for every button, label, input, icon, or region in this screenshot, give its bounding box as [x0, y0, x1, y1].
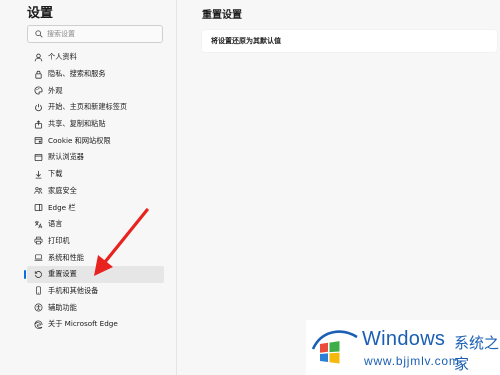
sidebar-item-label: 共享、复制和粘贴 [48, 119, 106, 129]
sidebar-item-family[interactable]: 家庭安全 [27, 183, 164, 200]
sidebar-item-default-browser[interactable]: 默认浏览器 [27, 149, 164, 166]
windows-logo-icon [311, 330, 358, 364]
sidebar-item-label: Cookie 和网站权限 [48, 135, 111, 145]
search-input[interactable] [47, 30, 147, 38]
phone-icon [33, 286, 43, 296]
sidebar-item-downloads[interactable]: 下载 [27, 166, 164, 183]
family-icon [33, 186, 43, 196]
page-title: 重置设置 [202, 10, 242, 21]
power-icon [33, 102, 43, 112]
sidebar-title: 设置 [27, 6, 54, 21]
reset-icon [33, 269, 43, 279]
palette-icon [33, 86, 43, 96]
profile-icon [33, 52, 43, 62]
watermark-brand: Windows [362, 328, 446, 350]
sidebar-item-about[interactable]: 关于 Microsoft Edge [27, 316, 164, 333]
sidebar-item-label: 默认浏览器 [48, 152, 84, 162]
sidebar-item-label: 隐私、搜索和服务 [48, 69, 106, 79]
sidebar-item-appearance[interactable]: 外观 [27, 82, 164, 99]
sidebar-item-label: 手机和其他设备 [48, 285, 99, 295]
sidebar-item-label: 外观 [48, 85, 63, 95]
printer-icon [33, 236, 43, 246]
sidebar-item-label: 开始、主页和新建标签页 [48, 102, 128, 112]
settings-window: 设置 个人资料 隐私、搜索和服务 [0, 0, 500, 375]
download-icon [33, 169, 43, 179]
sidebar-item-label: 语言 [48, 219, 63, 229]
main-content: 重置设置 将设置还原为其默认值 [177, 0, 500, 375]
restore-defaults-option[interactable]: 将设置还原为其默认值 [202, 30, 497, 52]
sidebar-item-label: Edge 栏 [48, 202, 76, 212]
sidebar-item-start-home[interactable]: 开始、主页和新建标签页 [27, 99, 164, 116]
sidebar-item-label: 辅助功能 [48, 302, 77, 312]
sidebar-item-label: 系统和性能 [48, 252, 84, 262]
share-icon [33, 119, 43, 129]
edge-icon [33, 319, 43, 329]
sidebar-item-profile[interactable]: 个人资料 [27, 49, 164, 66]
accessibility-icon [33, 303, 43, 313]
sidebar-item-phone[interactable]: 手机和其他设备 [27, 283, 164, 300]
sidebar-item-label: 关于 Microsoft Edge [48, 319, 118, 329]
search-box[interactable] [27, 25, 163, 43]
sidebar-item-label: 重置设置 [48, 269, 77, 279]
watermark: Windows 系统之家 www.bjjmlv.com [306, 320, 500, 375]
search-icon [35, 30, 43, 38]
sidebar-item-accessibility[interactable]: 辅助功能 [27, 299, 164, 316]
sidebar-item-share[interactable]: 共享、复制和粘贴 [27, 116, 164, 133]
sidebar-item-label: 下载 [48, 169, 63, 179]
sidebar-icon [33, 203, 43, 213]
watermark-brand-cn: 系统之家 [454, 334, 500, 373]
site-permissions-icon [33, 136, 43, 146]
sidebar-item-label: 个人资料 [48, 52, 77, 62]
settings-nav: 个人资料 隐私、搜索和服务 外观 开始、主页和新建标签页 共享、复制和粘贴 Co… [24, 49, 164, 333]
sidebar-item-privacy[interactable]: 隐私、搜索和服务 [27, 66, 164, 83]
annotation-arrow-icon [94, 208, 149, 276]
language-icon [33, 219, 43, 229]
sidebar-item-label: 家庭安全 [48, 185, 77, 195]
browser-icon [33, 152, 43, 162]
restore-defaults-label: 将设置还原为其默认值 [211, 37, 281, 45]
lock-icon [33, 69, 43, 79]
sidebar-item-label: 打印机 [48, 235, 70, 245]
sidebar-item-cookies[interactable]: Cookie 和网站权限 [27, 132, 164, 149]
settings-sidebar: 设置 个人资料 隐私、搜索和服务 [0, 0, 177, 375]
watermark-url: www.bjjmlv.com [364, 354, 460, 368]
laptop-icon [33, 253, 43, 263]
